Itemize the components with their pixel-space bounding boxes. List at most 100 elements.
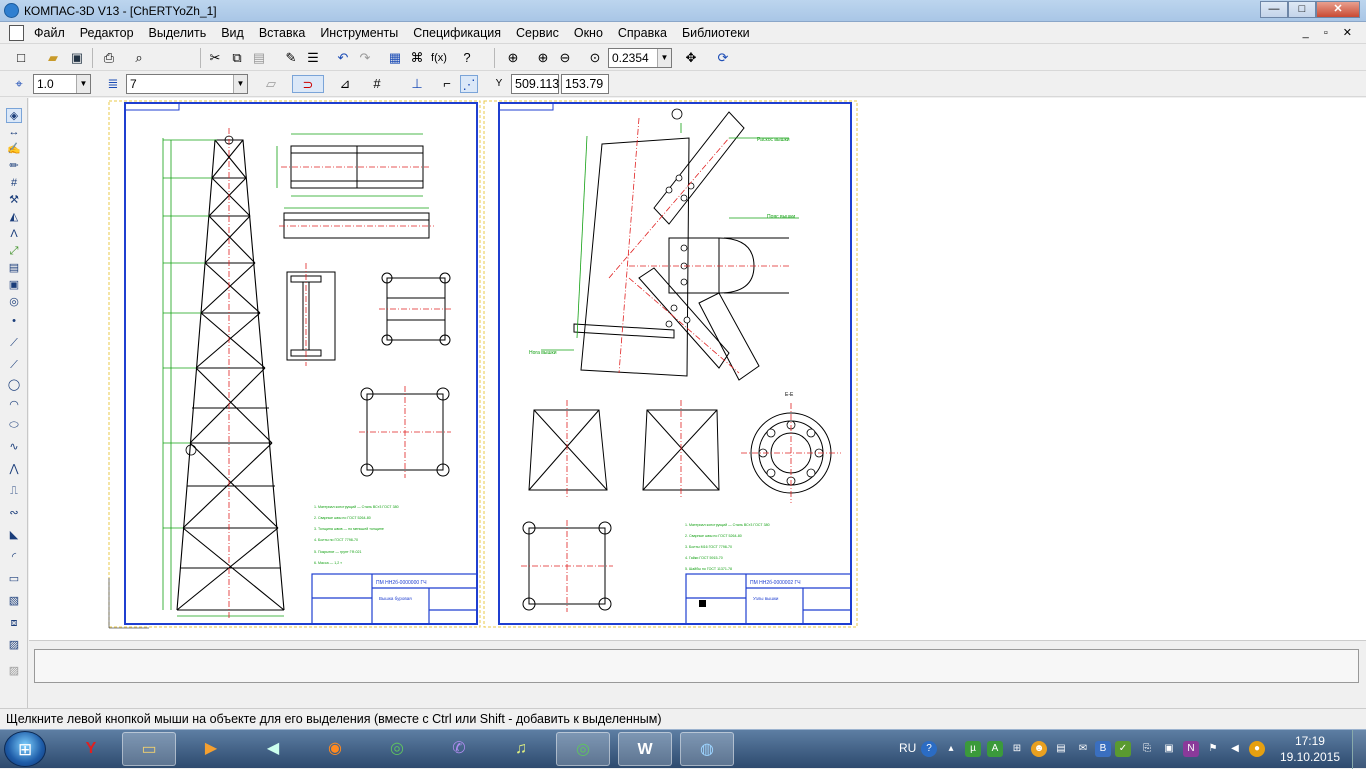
cursor-step-icon[interactable]: ⌖ (10, 75, 28, 93)
ellipse-tool-icon[interactable]: ⬭ (6, 418, 22, 433)
drawing-canvas[interactable]: 1. Материал конструкций — Сталь ВСт3 ГОС… (29, 98, 1366, 640)
zoom-combo[interactable]: 0.2354 ▼ (608, 48, 672, 68)
display-tray-icon[interactable]: ▣ (1161, 741, 1177, 757)
variables-icon[interactable]: f(x) (430, 49, 448, 67)
device-tray-icon[interactable]: ⎘ (1139, 741, 1155, 757)
media-player-taskbar-icon[interactable]: ▶ (184, 732, 238, 766)
menu-view[interactable]: Вид (221, 26, 244, 40)
menu-service[interactable]: Сервис (516, 26, 559, 40)
word-taskbar-icon[interactable]: W (618, 732, 672, 766)
zoom-window-icon[interactable]: ⊕ (504, 49, 522, 67)
edit-tool-icon[interactable]: ✏ (6, 159, 22, 174)
chrome-taskbar-icon[interactable]: ◎ (370, 732, 424, 766)
chamfer-tool-icon[interactable]: ◣ (6, 528, 22, 543)
geometry-tool-icon[interactable]: ◈ (6, 108, 22, 123)
kompas-taskbar-icon[interactable]: ◍ (680, 732, 734, 766)
check-tray-icon[interactable]: ✓ (1115, 741, 1131, 757)
round-icon[interactable]: ⋰ (460, 75, 478, 93)
grid-icon[interactable]: # (368, 75, 386, 93)
chat-tray-icon[interactable]: ✉ (1075, 741, 1091, 757)
coord-y-field[interactable]: 153.79 (561, 74, 609, 94)
volume-tray-icon[interactable]: ◀ (1227, 741, 1243, 757)
command-area[interactable] (34, 649, 1359, 683)
help-pointer-icon[interactable]: ? (458, 49, 476, 67)
utorrent-tray-icon[interactable]: µ (965, 741, 981, 757)
ortho-icon[interactable]: ⊿ (336, 75, 354, 93)
spline-tool-icon[interactable]: ∿ (6, 440, 22, 455)
fillet-tool-icon[interactable]: ◜ (6, 550, 22, 565)
layer-properties-icon[interactable]: ▱ (262, 75, 280, 93)
explorer-taskbar-icon[interactable]: ▭ (122, 732, 176, 766)
select-tool-icon[interactable]: ◭ (6, 210, 22, 225)
contour-tool-icon[interactable]: ⎍ (6, 484, 22, 499)
save-icon[interactable]: ▣ (68, 49, 86, 67)
open-folder-icon[interactable]: ▰ (44, 49, 62, 67)
zoom-in-icon[interactable]: ⊕ (534, 49, 552, 67)
onenote-tray-icon[interactable]: N (1183, 741, 1199, 757)
snaps-icon[interactable]: ⊃ (292, 75, 324, 93)
undo-icon[interactable]: ↶ (334, 49, 352, 67)
print-icon[interactable]: ⎙ (100, 49, 118, 67)
maximize-button[interactable]: □ (1288, 1, 1316, 18)
a-tray-icon[interactable]: A (987, 741, 1003, 757)
redo-icon[interactable]: ↷ (356, 49, 374, 67)
dimensions-tool-icon[interactable]: ↔ (6, 125, 22, 140)
document-icon[interactable] (9, 25, 24, 41)
layer-combo[interactable]: 7 ▼ (126, 74, 248, 94)
paste-icon[interactable]: ▤ (250, 49, 268, 67)
step-combo[interactable]: 1.0 ▼ (33, 74, 91, 94)
copy-icon[interactable]: ⧉ (228, 49, 246, 67)
shield-tray-icon[interactable]: ☻ (1031, 741, 1047, 757)
zoom-scale-icon[interactable]: ⊙ (586, 49, 604, 67)
sheet-1[interactable]: 1. Материал конструкций — Сталь ВСт3 ГОС… (124, 102, 478, 625)
mdi-controls[interactable]: _ ▫ ✕ (1303, 26, 1358, 39)
close-button[interactable]: ✕ (1316, 1, 1360, 18)
format-painter-icon[interactable]: ✎ (282, 49, 300, 67)
sheet-2[interactable]: Раскос вышки Пояс вышки Нога вышки Е-Е 1… (498, 102, 852, 625)
pan-icon[interactable]: ✥ (682, 49, 700, 67)
collect-contour-icon[interactable]: ⧈ (6, 616, 22, 631)
rectangle-tool-icon[interactable]: ▭ (6, 572, 22, 587)
local-cs-icon[interactable]: ⊥ (408, 75, 426, 93)
print-preview-icon[interactable]: ⌕ (130, 49, 148, 67)
menu-libraries[interactable]: Библиотеки (682, 26, 750, 40)
arc-tool-icon[interactable]: ◠ (6, 398, 22, 413)
start-button[interactable]: ⊞ (4, 731, 46, 767)
measure-tool-icon[interactable]: ⚒ (6, 193, 22, 208)
polyline-tool-icon[interactable]: ⋀ (6, 462, 22, 477)
language-indicator[interactable]: RU (899, 741, 916, 755)
hatch-tool-icon[interactable]: ▧ (6, 594, 22, 609)
menu-select[interactable]: Выделить (149, 26, 207, 40)
nurbs-tool-icon[interactable]: ∾ (6, 506, 22, 521)
tray-arrow-icon[interactable]: ▴ (943, 741, 959, 757)
flag-tray-icon[interactable]: ⚑ (1205, 741, 1221, 757)
parametrize-tool-icon[interactable]: # (6, 176, 22, 191)
cut-icon[interactable]: ✂ (206, 49, 224, 67)
segment-tool-icon[interactable]: ⟋ (6, 358, 22, 373)
spec-tool-icon[interactable]: Λ (6, 227, 22, 242)
fragment-tool-icon[interactable]: ▣ (6, 278, 22, 293)
show-desktop-button[interactable] (1352, 730, 1366, 769)
layers-icon[interactable]: ≣ (104, 75, 122, 93)
new-document-icon[interactable]: □ (12, 49, 30, 67)
sound-taskbar-icon[interactable]: ◀ (246, 732, 300, 766)
windows-tray-icon[interactable]: ⊞ (1009, 741, 1025, 757)
zoom-out-icon[interactable]: ⊖ (556, 49, 574, 67)
hatching-icon[interactable]: ▨ (6, 638, 22, 653)
menu-tools[interactable]: Инструменты (320, 26, 398, 40)
disabled-tool-icon[interactable]: ▨ (6, 664, 22, 679)
circle-tool-icon[interactable]: ◯ (6, 378, 22, 393)
clock[interactable]: 17:19 19.10.2015 (1280, 733, 1340, 765)
point-tool-icon[interactable]: • (6, 314, 22, 329)
manager-icon[interactable]: ▦ (386, 49, 404, 67)
chrome-active-taskbar-icon[interactable]: ◎ (556, 732, 610, 766)
ortho-mode-icon[interactable]: ⌐ (438, 75, 456, 93)
minimize-button[interactable]: — (1260, 1, 1288, 18)
music-taskbar-icon[interactable]: ♫ (494, 732, 548, 766)
insert-tool-icon[interactable]: ▤ (6, 261, 22, 276)
menu-file[interactable]: Файл (34, 26, 65, 40)
view-tool-icon[interactable]: ◎ (6, 295, 22, 310)
yandex-taskbar-icon[interactable]: Y (64, 732, 118, 766)
properties-icon[interactable]: ☰ (304, 49, 322, 67)
b-tray-icon[interactable]: B (1095, 741, 1111, 757)
